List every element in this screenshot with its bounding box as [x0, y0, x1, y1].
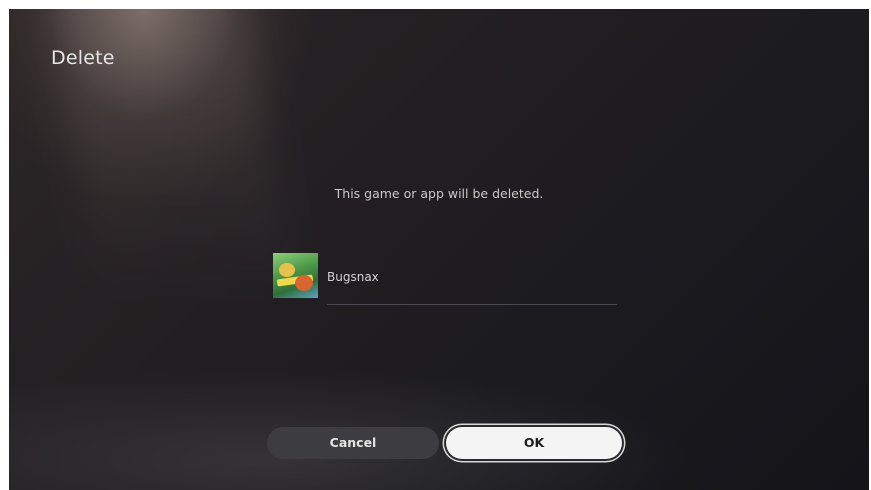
ok-button[interactable]: OK [446, 427, 622, 459]
divider [327, 304, 617, 305]
bugsnax-game-icon [273, 253, 318, 298]
app-list-item: Bugsnax [273, 253, 617, 307]
cancel-button[interactable]: Cancel [267, 427, 439, 459]
delete-screen: Delete This game or app will be deleted.… [9, 9, 869, 490]
page-title: Delete [51, 47, 115, 69]
delete-message: This game or app will be deleted. [334, 186, 544, 201]
app-name: Bugsnax [327, 270, 379, 284]
